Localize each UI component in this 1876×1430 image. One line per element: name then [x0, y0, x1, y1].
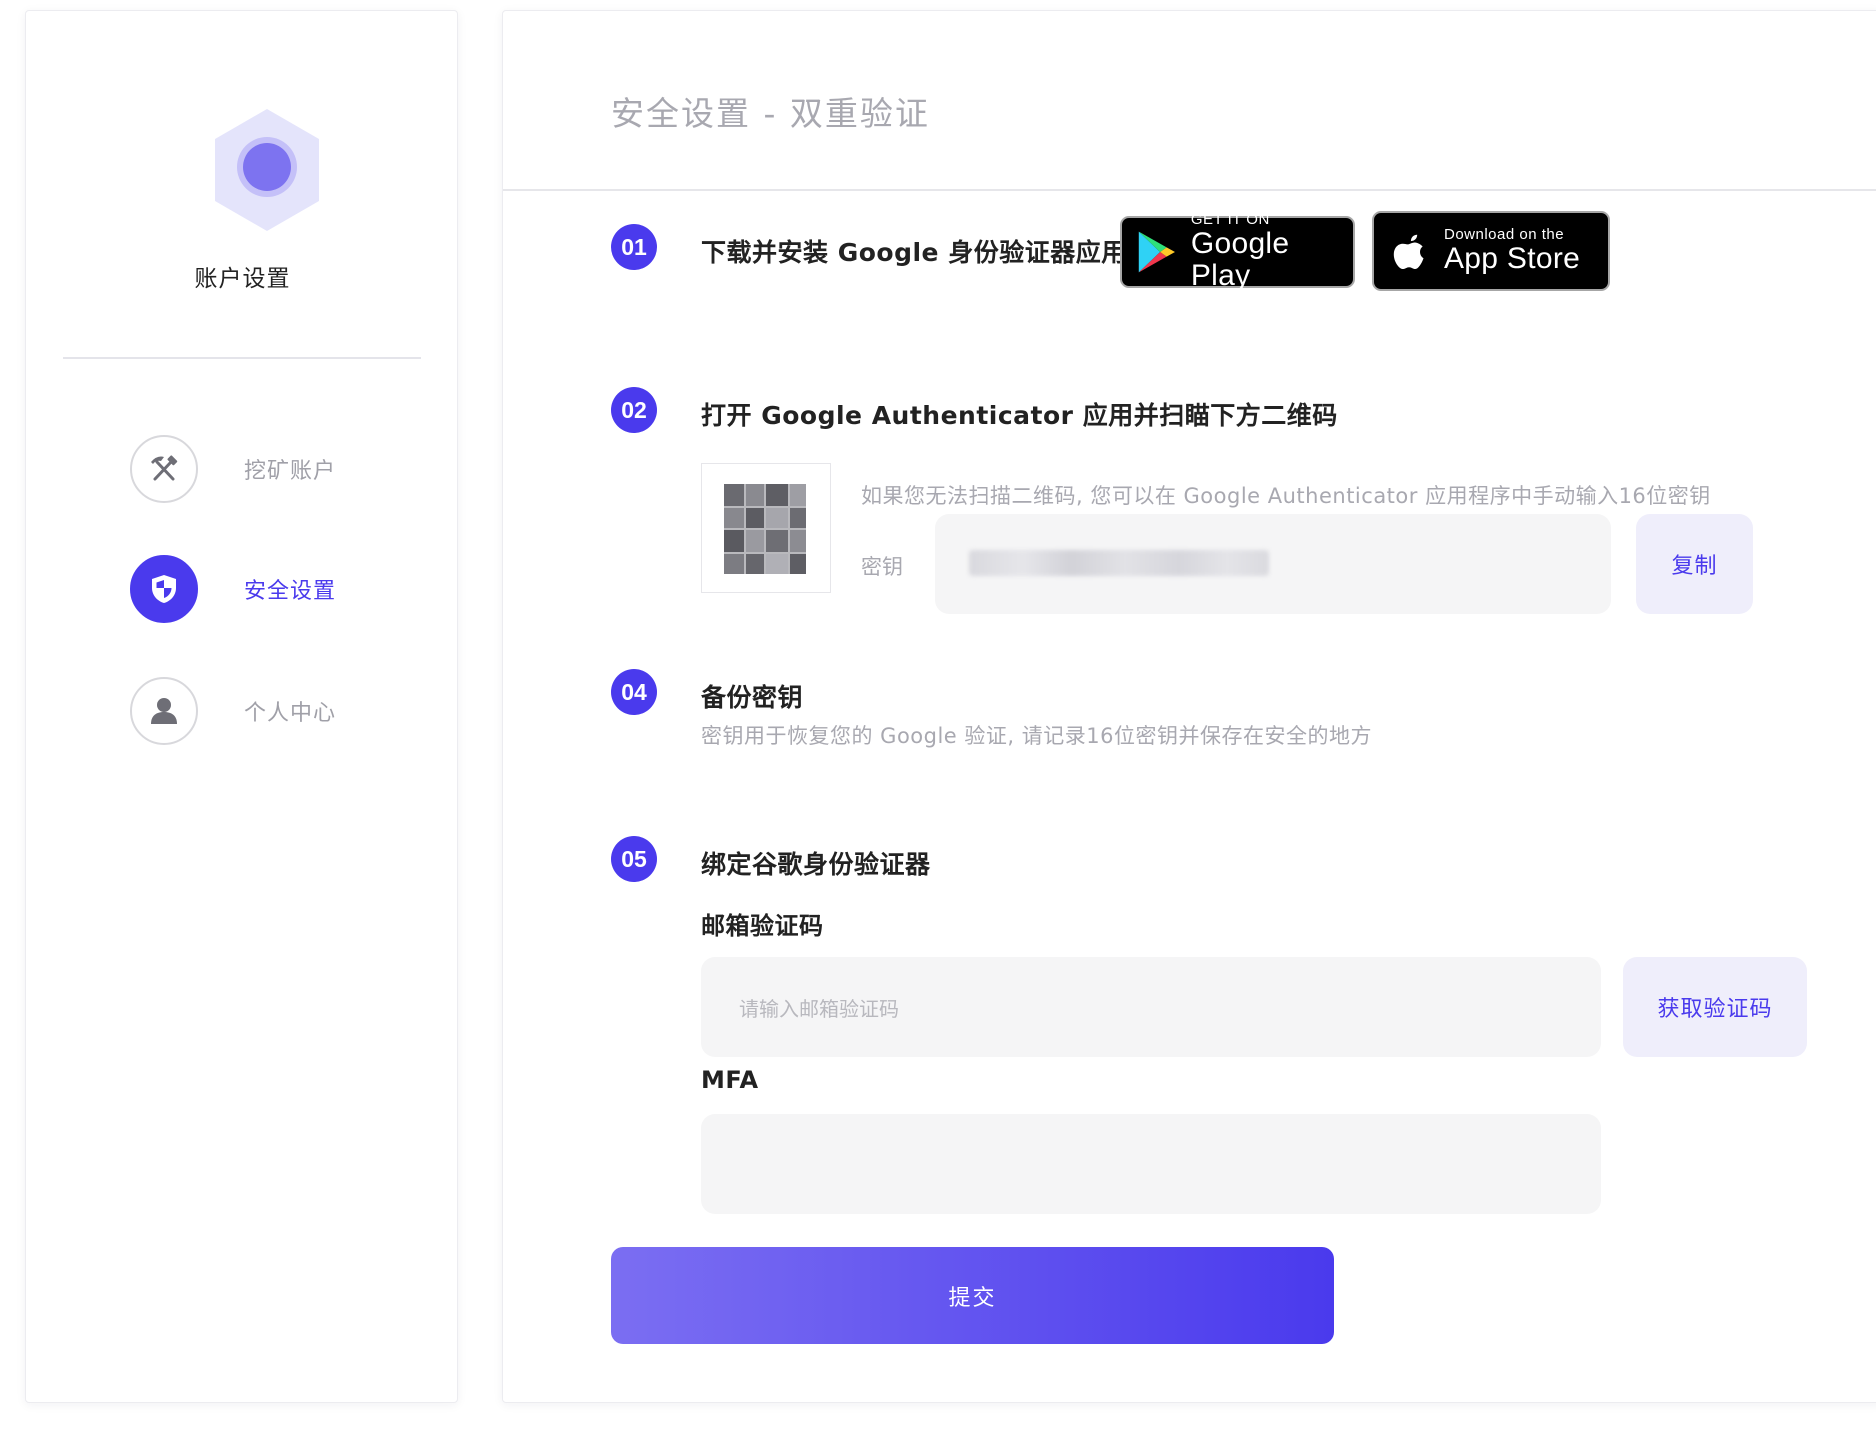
account-avatar: [212, 107, 322, 233]
qr-hint-text: 如果您无法扫描二维码, 您可以在 Google Authenticator 应用…: [861, 484, 1711, 508]
shield-icon: [130, 555, 198, 623]
submit-button[interactable]: 提交: [611, 1247, 1334, 1344]
google-play-icon: [1138, 231, 1175, 273]
email-code-placeholder: 请输入邮箱验证码: [739, 996, 899, 1021]
badge-small-text: Download on the: [1444, 226, 1565, 243]
email-code-input[interactable]: 请输入邮箱验证码: [701, 957, 1601, 1057]
user-icon: [130, 677, 198, 745]
step-title: 打开 Google Authenticator 应用并扫瞄下方二维码: [701, 401, 1338, 430]
sidebar-divider: [63, 357, 421, 359]
step-title: 备份密钥: [701, 683, 804, 712]
sidebar-item-personal-center[interactable]: 个人中心: [130, 676, 390, 746]
mfa-input[interactable]: [701, 1114, 1601, 1214]
email-code-label: 邮箱验证码: [701, 912, 824, 940]
main-panel: 安全设置 - 双重验证 01 下载并安装 Google 身份验证器应用 GET …: [502, 10, 1876, 1403]
secret-key-field[interactable]: [935, 514, 1611, 614]
sidebar: 账户设置 挖矿账户 安全设置 个人中心: [25, 10, 458, 1403]
copy-button[interactable]: 复制: [1636, 514, 1753, 614]
pickaxe-hammer-icon: [130, 435, 198, 503]
qr-code: [701, 463, 831, 593]
step-number: 04: [611, 669, 657, 715]
step-title: 绑定谷歌身份验证器: [701, 850, 931, 879]
header-divider: [503, 189, 1876, 191]
step-title: 下载并安装 Google 身份验证器应用: [701, 238, 1127, 267]
qr-code-image: [724, 484, 806, 574]
sidebar-title: 账户设置: [194, 266, 291, 292]
app-store-badge[interactable]: Download on the App Store: [1372, 211, 1610, 291]
sidebar-item-mining-account[interactable]: 挖矿账户: [130, 434, 390, 504]
mfa-label: MFA: [701, 1066, 759, 1094]
secret-key-label: 密钥: [861, 555, 903, 579]
badge-big-text: App Store: [1444, 242, 1581, 275]
apple-icon: [1393, 234, 1424, 269]
sidebar-item-label: 个人中心: [244, 701, 337, 726]
google-play-badge[interactable]: GET IT ON Google Play: [1120, 212, 1355, 292]
page-title: 安全设置 - 双重验证: [611, 94, 930, 133]
step-number: 05: [611, 836, 657, 882]
step-number: 01: [611, 224, 657, 270]
sidebar-item-security[interactable]: 安全设置: [130, 554, 390, 624]
backup-key-description: 密钥用于恢复您的 Google 验证, 请记录16位密钥并保存在安全的地方: [701, 724, 1372, 748]
sidebar-item-label: 安全设置: [244, 579, 337, 604]
step-number: 02: [611, 387, 657, 433]
hexagon-avatar-icon: [215, 109, 319, 231]
get-code-button[interactable]: 获取验证码: [1623, 957, 1807, 1057]
badge-small-text: GET IT ON: [1190, 211, 1270, 228]
sidebar-item-label: 挖矿账户: [244, 459, 337, 484]
secret-key-value-blurred: [969, 550, 1269, 576]
badge-big-text: Google Play: [1190, 227, 1290, 292]
